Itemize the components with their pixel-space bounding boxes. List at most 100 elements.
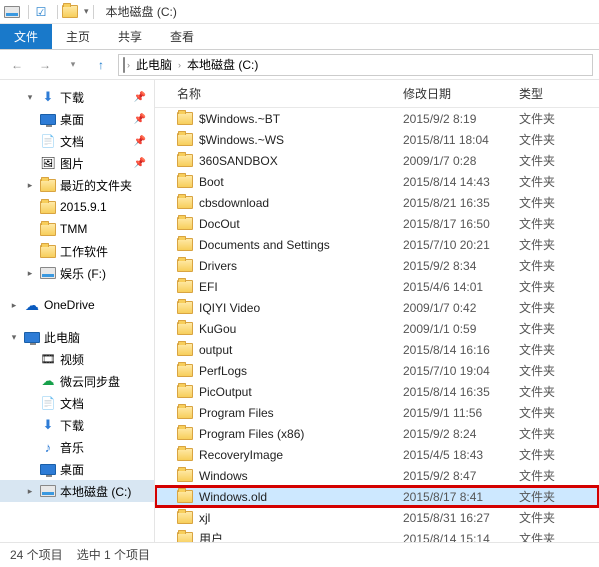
- tree-item[interactable]: ▸ ☁ OneDrive: [0, 294, 154, 316]
- tree-item[interactable]: ▾⬇下载📌: [0, 86, 154, 108]
- cloud-icon: ☁: [24, 297, 40, 313]
- twisty-icon[interactable]: ▸: [8, 300, 20, 311]
- file-row[interactable]: Program Files (x86)2015/9/2 8:24文件夹: [155, 423, 599, 444]
- tab-home[interactable]: 主页: [52, 24, 104, 49]
- nav-tree[interactable]: ▾⬇下载📌桌面📌📄文档📌🖼图片📌 ▸ 最近的文件夹 2015.9.1 TMM 工作软件 ▸ 娱…: [0, 80, 155, 542]
- tree-item[interactable]: ☁微云同步盘: [0, 370, 154, 392]
- column-headers[interactable]: 名称 修改日期 类型: [155, 80, 599, 108]
- back-button[interactable]: ←: [6, 54, 28, 76]
- qat-folder-icon[interactable]: [62, 4, 78, 20]
- tree-item[interactable]: ▸ 娱乐 (F:): [0, 262, 154, 284]
- tree-label: TMM: [60, 222, 87, 236]
- tree-item[interactable]: TMM: [0, 218, 154, 240]
- file-name: xjl: [199, 511, 403, 525]
- file-row[interactable]: 360SANDBOX2009/1/7 0:28文件夹: [155, 150, 599, 171]
- file-row[interactable]: Boot2015/8/14 14:43文件夹: [155, 171, 599, 192]
- crumb-drive[interactable]: 本地磁盘 (C:): [183, 56, 262, 73]
- tree-item[interactable]: ♪音乐: [0, 436, 154, 458]
- chevron-right-icon[interactable]: ›: [178, 60, 181, 70]
- file-list[interactable]: $Windows.~BT2015/9/2 8:19文件夹$Windows.~WS…: [155, 108, 599, 542]
- recent-dropdown-icon[interactable]: ▾: [62, 54, 84, 76]
- file-type: 文件夹: [519, 446, 555, 463]
- file-type: 文件夹: [519, 509, 555, 526]
- tree-label: 桌面: [60, 461, 84, 478]
- up-button[interactable]: ↑: [90, 54, 112, 76]
- file-row[interactable]: output2015/8/14 16:16文件夹: [155, 339, 599, 360]
- crumb-pc[interactable]: 此电脑: [132, 56, 176, 73]
- file-row[interactable]: cbsdownload2015/8/21 16:35文件夹: [155, 192, 599, 213]
- file-row[interactable]: Documents and Settings2015/7/10 20:21文件夹: [155, 234, 599, 255]
- folder-icon: [177, 405, 193, 421]
- chevron-right-icon[interactable]: ›: [127, 60, 130, 70]
- tree-item[interactable]: ▸本地磁盘 (C:): [0, 480, 154, 502]
- forward-button[interactable]: →: [34, 54, 56, 76]
- file-row[interactable]: DocOut2015/8/17 16:50文件夹: [155, 213, 599, 234]
- file-row[interactable]: PerfLogs2015/7/10 19:04文件夹: [155, 360, 599, 381]
- qat-dropdown-icon[interactable]: ▾: [84, 6, 89, 17]
- file-row[interactable]: xjl2015/8/31 16:27文件夹: [155, 507, 599, 528]
- file-date: 2015/8/14 15:14: [403, 532, 519, 543]
- tree-item[interactable]: 🖼图片📌: [0, 152, 154, 174]
- file-row[interactable]: KuGou2009/1/1 0:59文件夹: [155, 318, 599, 339]
- tree-label: 最近的文件夹: [60, 177, 132, 194]
- ribbon-tabs: 文件 主页 共享 查看: [0, 24, 599, 50]
- tab-view[interactable]: 查看: [156, 24, 208, 49]
- twisty-icon[interactable]: ▾: [8, 332, 20, 343]
- tree-item[interactable]: 2015.9.1: [0, 196, 154, 218]
- file-row[interactable]: IQIYI Video2009/1/7 0:42文件夹: [155, 297, 599, 318]
- file-row[interactable]: Windows2015/9/2 8:47文件夹: [155, 465, 599, 486]
- file-row[interactable]: PicOutput2015/8/14 16:35文件夹: [155, 381, 599, 402]
- pic-icon: 🖼: [40, 155, 56, 171]
- file-type: 文件夹: [519, 467, 555, 484]
- folder-icon: [40, 221, 56, 237]
- tree-item[interactable]: 📄文档📌: [0, 130, 154, 152]
- cloud2-icon: ☁: [40, 373, 56, 389]
- col-name[interactable]: 名称: [177, 85, 403, 102]
- twisty-icon[interactable]: ▾: [24, 92, 36, 103]
- twisty-icon[interactable]: ▸: [24, 268, 36, 279]
- file-name: Documents and Settings: [199, 238, 403, 252]
- file-type: 文件夹: [519, 173, 555, 190]
- file-name: DocOut: [199, 217, 403, 231]
- tab-file[interactable]: 文件: [0, 24, 52, 49]
- tree-item[interactable]: ▾ 此电脑: [0, 326, 154, 348]
- tree-item[interactable]: ▸ 最近的文件夹: [0, 174, 154, 196]
- tree-item[interactable]: 桌面📌: [0, 108, 154, 130]
- file-date: 2015/8/17 16:50: [403, 217, 519, 231]
- tree-item[interactable]: 🎞视频: [0, 348, 154, 370]
- file-row[interactable]: Program Files2015/9/1 11:56文件夹: [155, 402, 599, 423]
- file-name: RecoveryImage: [199, 448, 403, 462]
- file-name: Drivers: [199, 259, 403, 273]
- file-name: 360SANDBOX: [199, 154, 403, 168]
- folder-icon: [177, 300, 193, 316]
- tree-label: OneDrive: [44, 298, 95, 312]
- folder-icon: [177, 321, 193, 337]
- qat-check-icon[interactable]: ☑: [33, 4, 49, 20]
- tab-share[interactable]: 共享: [104, 24, 156, 49]
- file-row[interactable]: EFI2015/4/6 14:01文件夹: [155, 276, 599, 297]
- col-type[interactable]: 类型: [519, 85, 599, 102]
- folder-icon: [177, 153, 193, 169]
- file-name: output: [199, 343, 403, 357]
- tree-item[interactable]: 📄文档: [0, 392, 154, 414]
- file-row[interactable]: Drivers2015/9/2 8:34文件夹: [155, 255, 599, 276]
- tree-label: 娱乐 (F:): [60, 265, 106, 282]
- tree-item[interactable]: 工作软件: [0, 240, 154, 262]
- drive-icon: [123, 58, 125, 72]
- file-name: Program Files: [199, 406, 403, 420]
- file-row[interactable]: $Windows.~BT2015/9/2 8:19文件夹: [155, 108, 599, 129]
- twisty-icon[interactable]: ▸: [24, 486, 36, 497]
- file-row[interactable]: Windows.old2015/8/17 8:41文件夹: [155, 486, 599, 507]
- breadcrumb[interactable]: › 此电脑 › 本地磁盘 (C:): [118, 54, 593, 76]
- file-row[interactable]: 用户2015/8/14 15:14文件夹: [155, 528, 599, 542]
- file-row[interactable]: $Windows.~WS2015/8/11 18:04文件夹: [155, 129, 599, 150]
- tree-item[interactable]: ⬇下载: [0, 414, 154, 436]
- file-name: cbsdownload: [199, 196, 403, 210]
- col-date[interactable]: 修改日期: [403, 85, 519, 102]
- file-type: 文件夹: [519, 383, 555, 400]
- twisty-icon[interactable]: ▸: [24, 180, 36, 191]
- file-row[interactable]: RecoveryImage2015/4/5 18:43文件夹: [155, 444, 599, 465]
- tree-item[interactable]: 桌面: [0, 458, 154, 480]
- tree-label: 此电脑: [44, 329, 80, 346]
- file-date: 2015/8/21 16:35: [403, 196, 519, 210]
